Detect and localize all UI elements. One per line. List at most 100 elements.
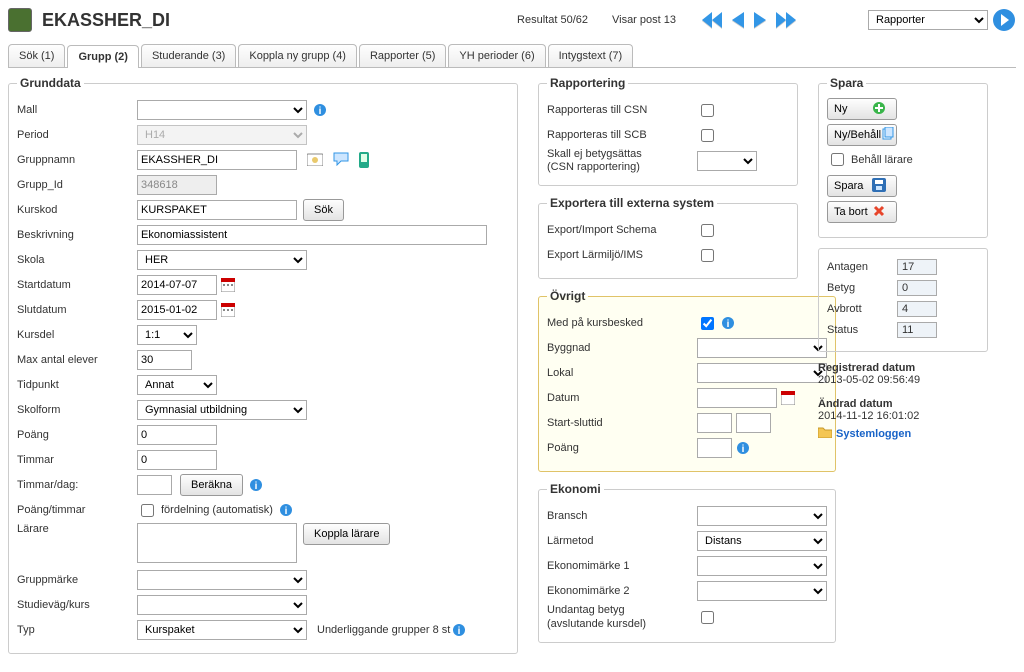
lokal-select[interactable] [697, 363, 827, 383]
tab-koppla-ny-grupp[interactable]: Koppla ny grupp (4) [238, 44, 357, 67]
system-log-label: Systemloggen [836, 428, 911, 440]
kursdel-select[interactable]: 1:1 [137, 325, 197, 345]
exportera-section: Exportera till externa system Export/Imp… [538, 196, 798, 279]
info-icon[interactable]: i [249, 478, 263, 492]
schema-checkbox[interactable] [701, 224, 714, 237]
slutdatum-input[interactable] [137, 300, 217, 320]
larmetod-select[interactable]: Distans [697, 531, 827, 551]
skola-select[interactable]: HER [137, 250, 307, 270]
info-icon[interactable]: i [721, 316, 735, 330]
schema-label: Export/Import Schema [547, 224, 697, 236]
studievag-select[interactable] [137, 595, 307, 615]
spara-legend: Spara [827, 76, 866, 90]
spara-button[interactable]: Spara [827, 175, 897, 197]
larare-field[interactable] [137, 523, 297, 563]
ovrigt-poang-input[interactable] [697, 438, 732, 458]
undantag-checkbox[interactable] [701, 611, 714, 624]
csn-label: Rapporteras till CSN [547, 104, 697, 116]
timmar-input[interactable] [137, 450, 217, 470]
scb-checkbox[interactable] [701, 129, 714, 142]
last-page-icon[interactable] [772, 10, 798, 30]
poang-label: Poäng [17, 429, 137, 441]
berakna-button[interactable]: Beräkna [180, 474, 243, 496]
grunddata-legend: Grunddata [17, 76, 84, 90]
tab-studerande[interactable]: Studerande (3) [141, 44, 236, 67]
stats-section: Antagen 17 Betyg 0 Avbrott 4 Status 11 [818, 248, 988, 352]
phone-icon[interactable] [359, 152, 375, 168]
grunddata-section: Grunddata Mall i Period H14 Gruppnamn [8, 76, 518, 654]
ekonomi-legend: Ekonomi [547, 482, 604, 496]
gruppnamn-input[interactable] [137, 150, 297, 170]
mall-select[interactable] [137, 100, 307, 120]
kursbesked-checkbox[interactable] [701, 317, 714, 330]
datum-input[interactable] [697, 388, 777, 408]
tab-sok[interactable]: Sök (1) [8, 44, 65, 67]
changed-value: 2014-11-12 16:01:02 [818, 410, 919, 422]
sok-kurskod-button[interactable]: Sök [303, 199, 344, 221]
reports-select[interactable]: Rapporter [868, 10, 988, 30]
calendar-icon[interactable] [221, 278, 235, 292]
first-page-icon[interactable] [700, 10, 726, 30]
ny-button[interactable]: Ny [827, 98, 897, 120]
larmiljo-checkbox[interactable] [701, 249, 714, 262]
speech-bubble-icon[interactable] [333, 152, 349, 168]
larare-label: Lärare [17, 523, 137, 535]
system-log-link[interactable]: Systemloggen [818, 426, 911, 441]
skall-select[interactable] [697, 151, 757, 171]
kurskod-input[interactable] [137, 200, 297, 220]
tidpunkt-select[interactable]: Annat [137, 375, 217, 395]
bransch-select[interactable] [697, 506, 827, 526]
datum-label: Datum [547, 392, 697, 404]
period-select: H14 [137, 125, 307, 145]
ta-bort-button[interactable]: Ta bort [827, 201, 897, 223]
calendar-icon[interactable] [221, 303, 235, 317]
behall-larare-checkbox[interactable] [831, 153, 844, 166]
sluttid-input[interactable] [736, 413, 771, 433]
calendar-icon[interactable] [781, 391, 795, 405]
copy-icon [881, 127, 895, 144]
tab-rapporter[interactable]: Rapporter (5) [359, 44, 446, 67]
startdatum-input[interactable] [137, 275, 217, 295]
go-arrow-icon[interactable] [992, 8, 1016, 32]
ekomarke1-select[interactable] [697, 556, 827, 576]
ny-behall-button[interactable]: Ny/Behåll [827, 124, 897, 146]
ekomarke2-select[interactable] [697, 581, 827, 601]
info-icon[interactable]: i [313, 103, 327, 117]
starttid-input[interactable] [697, 413, 732, 433]
startdatum-label: Startdatum [17, 279, 137, 291]
tab-intygstext[interactable]: Intygstext (7) [548, 44, 634, 67]
photo-icon[interactable] [307, 152, 323, 168]
csn-checkbox[interactable] [701, 104, 714, 117]
svg-text:i: i [742, 444, 745, 455]
svg-text:i: i [458, 626, 461, 637]
maxelever-input[interactable] [137, 350, 192, 370]
poang-input[interactable] [137, 425, 217, 445]
tab-grupp[interactable]: Grupp (2) [67, 45, 139, 68]
undantag-label: Undantag betyg (avslutande kursdel) [547, 604, 697, 630]
timmar-dag-input[interactable] [137, 475, 172, 495]
info-icon[interactable]: i [736, 441, 750, 455]
showing-post: Visar post 13 [612, 14, 676, 26]
antagen-value: 17 [897, 259, 937, 275]
scb-label: Rapporteras till SCB [547, 129, 697, 141]
fordelning-checkbox[interactable] [141, 504, 154, 517]
antagen-label: Antagen [827, 261, 897, 273]
beskrivning-input[interactable] [137, 225, 487, 245]
info-icon[interactable]: i [279, 503, 293, 517]
prev-page-icon[interactable] [728, 10, 748, 30]
gruppmarke-select[interactable] [137, 570, 307, 590]
typ-select[interactable]: Kurspaket [137, 620, 307, 640]
svg-text:i: i [285, 506, 288, 517]
skolform-select[interactable]: Gymnasial utbildning [137, 400, 307, 420]
lokal-label: Lokal [547, 367, 697, 379]
tab-yh-perioder[interactable]: YH perioder (6) [448, 44, 545, 67]
betyg-label: Betyg [827, 282, 897, 294]
koppla-larare-button[interactable]: Koppla lärare [303, 523, 390, 545]
kursdel-label: Kursdel [17, 329, 137, 341]
next-page-icon[interactable] [750, 10, 770, 30]
info-icon[interactable]: i [452, 623, 466, 637]
svg-text:i: i [255, 481, 258, 492]
studievag-label: Studieväg/kurs [17, 599, 137, 611]
skola-label: Skola [17, 254, 137, 266]
byggnad-select[interactable] [697, 338, 827, 358]
